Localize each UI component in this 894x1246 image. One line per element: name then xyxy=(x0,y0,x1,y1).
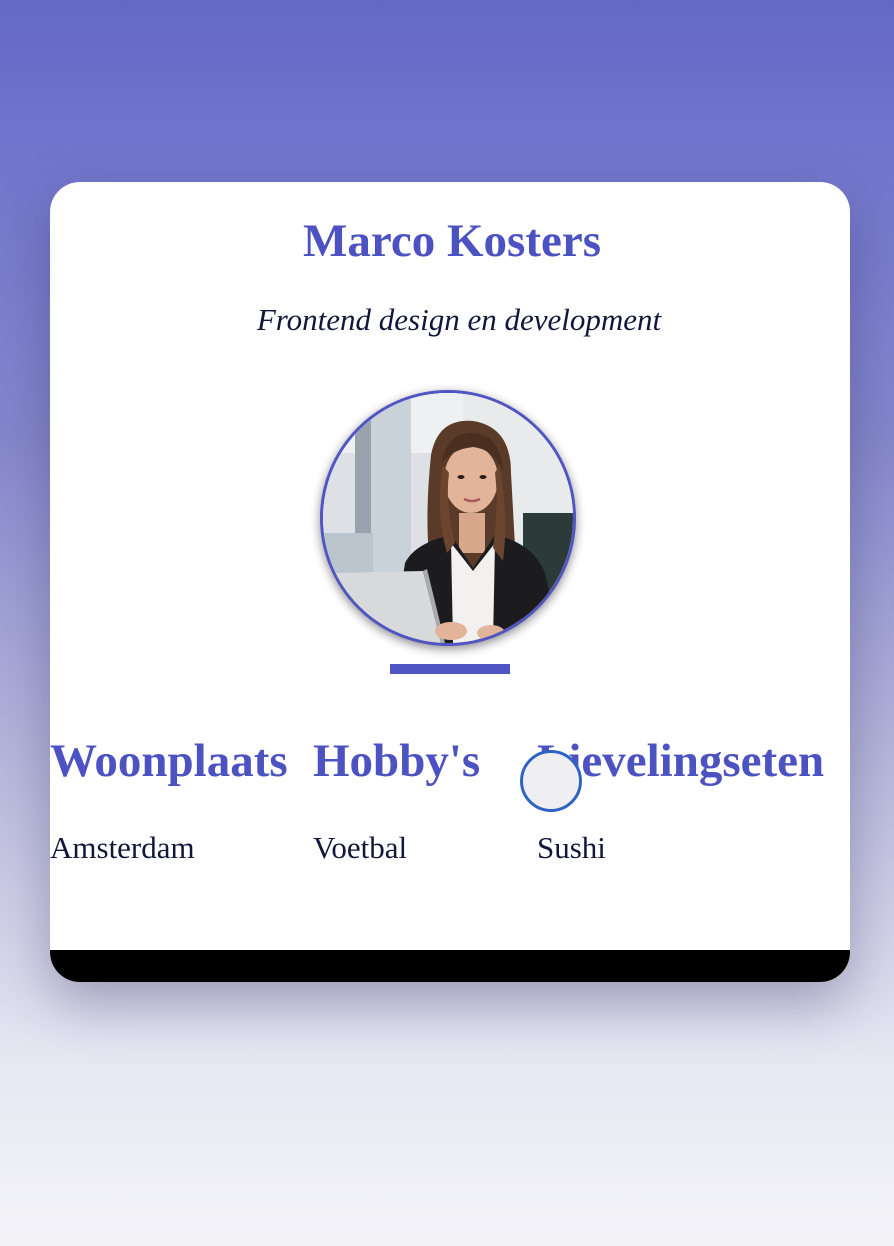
info-column-hobbys: Hobby's Voetbal xyxy=(313,732,481,865)
profile-photo-image xyxy=(323,393,573,643)
card-footer-bar xyxy=(50,950,850,982)
profile-photo xyxy=(320,390,576,646)
profile-card: Marco Kosters Frontend design en develop… xyxy=(50,182,850,982)
info-column-woonplaats: Woonplaats Amsterdam xyxy=(50,732,288,865)
info-heading-hobbys: Hobby's xyxy=(313,735,481,787)
info-value-hobbys: Voetbal xyxy=(313,830,408,865)
profile-name: Marco Kosters xyxy=(303,215,601,267)
info-value-lievelingseten: Sushi xyxy=(537,830,606,865)
info-value-woonplaats: Amsterdam xyxy=(50,830,195,865)
section-divider xyxy=(390,664,510,674)
pointer-indicator xyxy=(520,750,582,812)
info-heading-woonplaats: Woonplaats xyxy=(50,735,288,787)
profile-subtitle: Frontend design en development xyxy=(256,302,662,337)
